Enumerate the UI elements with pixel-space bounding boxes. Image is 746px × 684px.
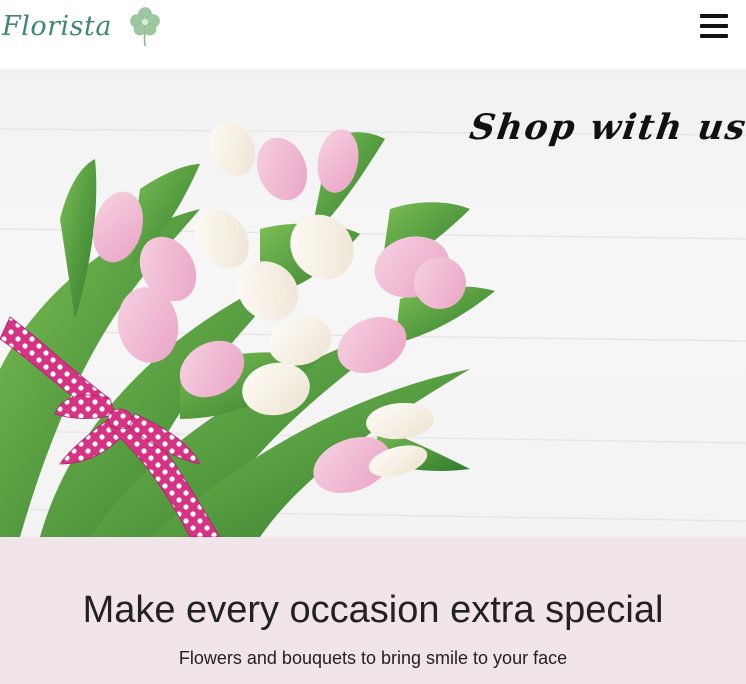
tagline-title: Make every occasion extra special — [82, 589, 664, 631]
hero-banner[interactable]: Shop with us — [0, 69, 746, 537]
flower-icon — [130, 7, 160, 46]
menu-bar — [700, 34, 728, 38]
hero-headline: Shop with us — [467, 107, 746, 148]
navbar: Florista — [0, 0, 746, 69]
tagline-subtitle: Flowers and bouquets to bring smile to y… — [178, 648, 568, 668]
tagline-section: Make every occasion extra special Flower… — [0, 537, 746, 684]
menu-bar — [700, 24, 728, 28]
brand-link[interactable]: Florista — [2, 4, 162, 48]
hamburger-menu-icon[interactable] — [698, 12, 730, 40]
menu-bar — [700, 14, 728, 18]
brand-name: Florista — [2, 10, 112, 42]
